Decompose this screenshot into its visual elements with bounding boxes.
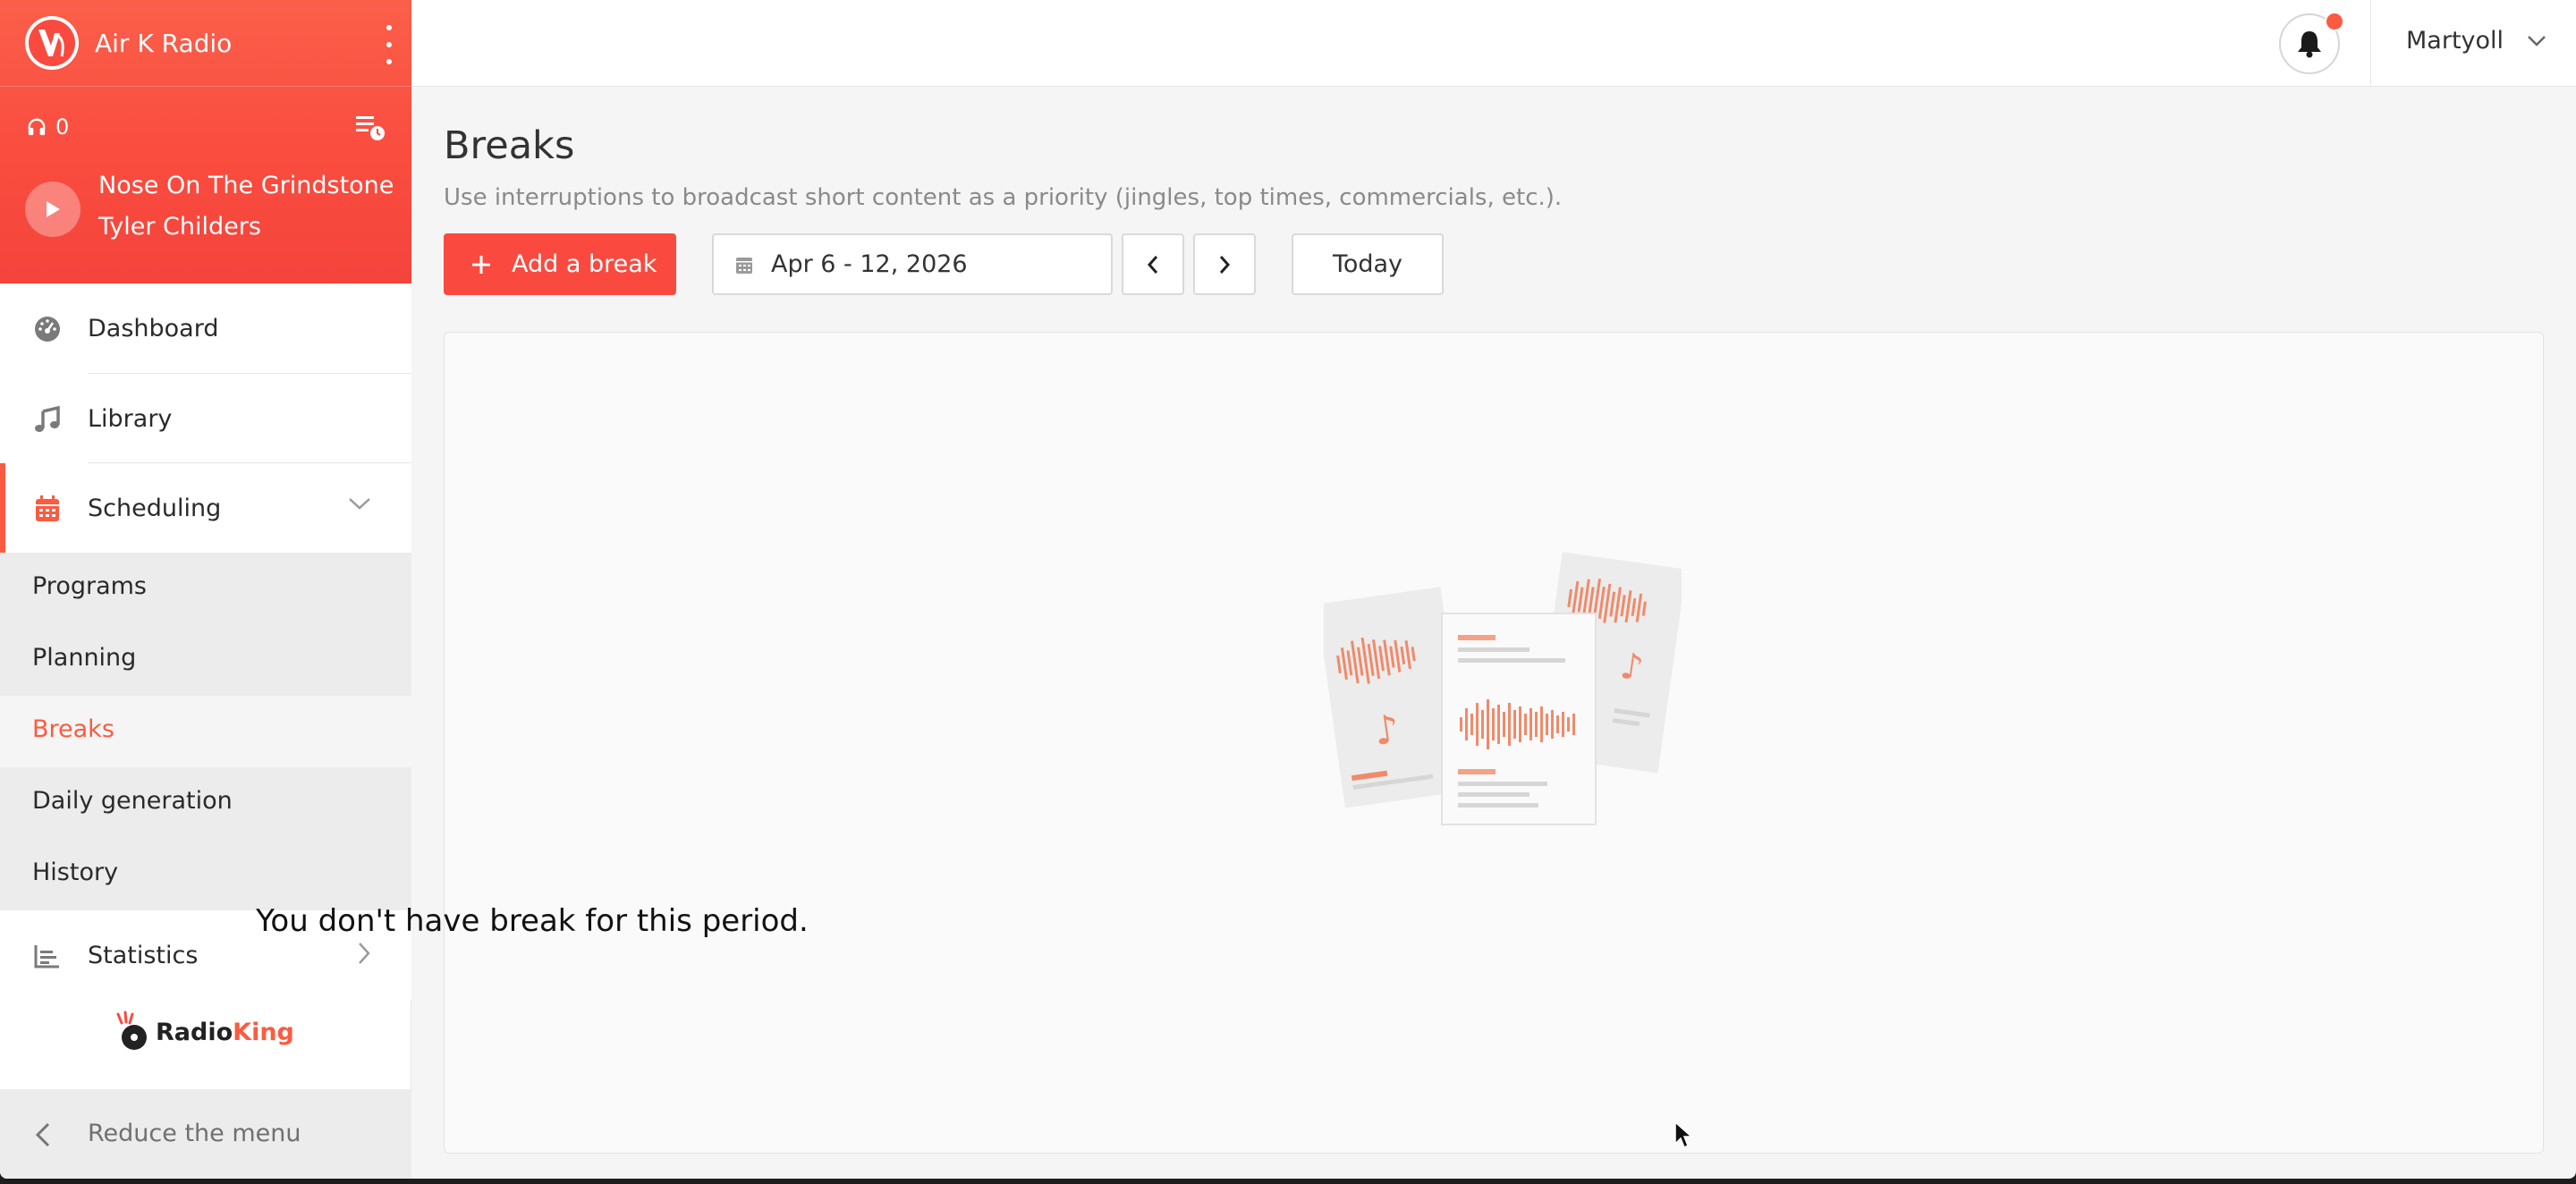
date-range-picker[interactable]: Apr 6 - 12, 2026 [712,233,1113,295]
reduce-menu-label: Reduce the menu [88,1120,301,1147]
player-panel: Air K Radio 0 Nose On The Grindstone Tyl… [0,0,411,283]
sidebar-subitem-label: History [32,858,119,886]
reduce-menu-button[interactable]: Reduce the menu [0,1089,411,1179]
sidebar-item-label: Dashboard [88,314,219,343]
chevron-left-icon [1147,255,1158,274]
track-artist: Tyler Childers [98,213,261,241]
sidebar-subitem-breaks[interactable]: Breaks [0,696,411,767]
today-button[interactable]: Today [1292,233,1444,295]
station-name: Air K Radio [95,28,233,58]
more-options-icon[interactable] [377,25,401,64]
calendar-icon [736,257,752,274]
play-button[interactable] [25,182,80,237]
sidebar-item-label: Scheduling [88,494,222,522]
top-bar: Martyoll [411,0,2576,87]
queue-history-icon[interactable] [356,114,386,145]
bell-icon [2298,31,2321,58]
chevron-down-icon [347,495,372,515]
sidebar-subitem-label: Daily generation [32,787,233,815]
station-logo [25,16,79,70]
sidebar-item-scheduling[interactable]: Scheduling [0,463,411,553]
date-range-value: Apr 6 - 12, 2026 [771,250,968,278]
radioking-crown-icon [116,1011,147,1050]
play-icon [47,201,60,217]
headphones-icon [28,118,46,136]
calendar-icon [32,494,63,524]
sidebar-subitem-label: Programs [32,572,147,600]
sidebar: Air K Radio 0 Nose On The Grindstone Tyl… [0,0,411,1179]
sidebar-subitem-label: Planning [32,644,137,672]
empty-state-message-row: You don't have break for this period. [0,903,2576,939]
page-title: Breaks [444,123,575,168]
plus-icon [472,255,490,274]
track-title: Nose On The Grindstone [98,172,394,199]
notification-badge [2325,12,2344,31]
empty-state-illustration: ♪ ♪ [1324,552,1682,825]
brand[interactable]: Air K Radio [25,16,232,70]
radioking-logo-prefix: Radio [156,1018,233,1046]
bar-chart-icon [32,941,63,971]
active-indicator [0,463,5,553]
listeners-value: 0 [55,114,70,140]
app-window: Air K Radio 0 Nose On The Grindstone Tyl… [0,0,2576,1179]
page-description: Use interruptions to broadcast short con… [444,184,1563,211]
sidebar-subitem-planning[interactable]: Planning [0,624,411,696]
mouse-cursor-icon [1674,1121,1693,1149]
user-menu[interactable]: Martyoll [2406,27,2504,55]
chevron-left-icon [34,1121,52,1152]
sidebar-subitem-history[interactable]: History [0,839,411,910]
next-week-button[interactable] [1193,233,1256,295]
radioking-logo: RadioKing [114,1011,294,1053]
radioking-logo-suffix: King [233,1018,294,1046]
chevron-down-icon[interactable] [2526,34,2547,52]
header-divider [0,86,411,87]
sidebar-subitem-daily-generation[interactable]: Daily generation [0,767,411,839]
add-break-label: Add a break [512,250,657,278]
sidebar-subitem-label: Breaks [32,715,114,743]
sidebar-item-dashboard[interactable]: Dashboard [0,283,411,373]
music-note-icon [32,404,63,435]
chevron-right-icon [1219,255,1231,274]
chevron-right-icon [356,941,372,969]
empty-state-message: You don't have break for this period. [256,903,809,939]
topbar-divider [2370,0,2371,87]
sidebar-item-label: Library [88,404,173,433]
add-break-button[interactable]: Add a break [444,233,676,295]
sidebar-subitem-programs[interactable]: Programs [0,553,411,624]
listeners-count: 0 [27,114,69,140]
previous-week-button[interactable] [1122,233,1184,295]
sidebar-item-label: Statistics [88,941,199,969]
sidebar-item-library[interactable]: Library [0,374,411,463]
dashboard-icon [32,314,63,344]
